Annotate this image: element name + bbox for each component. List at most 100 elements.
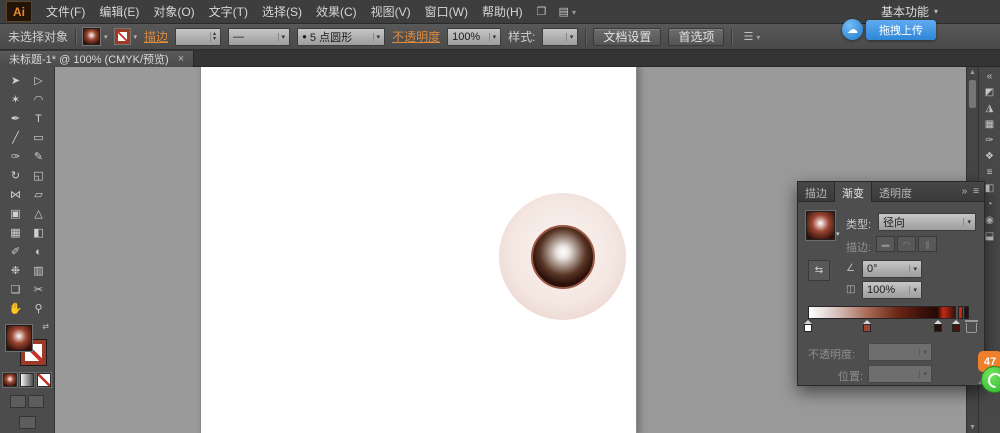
gradient-bar[interactable] (808, 306, 956, 319)
blend-tool-icon[interactable]: ◐ (27, 242, 50, 261)
brush-definition-dropdown[interactable]: ● 5 点圆形 ▾ (297, 28, 385, 46)
rotate-tool-icon[interactable]: ↻ (4, 166, 27, 185)
align-menu-icon[interactable]: ☰ ▾ (739, 30, 764, 43)
drag-upload-button[interactable]: 拖拽上传 (866, 20, 936, 40)
document-layout-icon[interactable]: ▤ ▾ (555, 5, 580, 18)
delete-stop-icon[interactable] (966, 323, 977, 333)
gradient-preset-caret-icon[interactable]: ▾ (836, 230, 840, 238)
swatches-panel-icon[interactable]: ▦ (985, 119, 994, 130)
menu-item-select[interactable]: 选择(S) (256, 0, 308, 23)
menu-item-object[interactable]: 对象(O) (147, 0, 200, 23)
panel-tab-transparency[interactable]: 透明度 (872, 182, 919, 201)
paintbrush-tool-icon[interactable]: ✑ (4, 147, 27, 166)
stroke-weight-stepper[interactable]: ▴▾ (175, 28, 221, 46)
collapse-panel-icon[interactable]: » (962, 186, 968, 197)
gradient-tool-icon[interactable]: ◧ (27, 223, 50, 242)
artboard[interactable] (200, 67, 637, 433)
gradient-stop[interactable] (803, 320, 813, 332)
close-icon[interactable]: × (178, 54, 184, 65)
eyedropper-tool-icon[interactable]: ✐ (4, 242, 27, 261)
reverse-gradient-button[interactable]: ⇆ (808, 260, 830, 281)
none-mode-button[interactable] (37, 373, 51, 387)
cloud-upload-icon[interactable]: ☁ (842, 19, 863, 40)
hand-tool-icon[interactable]: ✋ (4, 299, 27, 318)
line-segment-tool-icon[interactable]: ╱ (4, 128, 27, 147)
perspective-grid-tool-icon[interactable]: △ (27, 204, 50, 223)
lasso-tool-icon[interactable]: ◠ (27, 90, 50, 109)
menu-item-help[interactable]: 帮助(H) (476, 0, 529, 23)
layers-panel-icon[interactable]: ⬓ (985, 231, 994, 242)
scroll-down-icon[interactable]: ▼ (967, 424, 978, 431)
menu-item-effect[interactable]: 效果(C) (310, 0, 363, 23)
menu-item-window[interactable]: 窗口(W) (419, 0, 474, 23)
arrange-documents-icon[interactable]: ❐ (533, 5, 551, 18)
brushes-panel-icon[interactable]: ✑ (985, 135, 993, 146)
selection-tool-icon[interactable]: ➤ (4, 71, 27, 90)
menu-item-view[interactable]: 视图(V) (365, 0, 417, 23)
menu-item-type[interactable]: 文字(T) (203, 0, 254, 23)
panel-menu-icon[interactable]: ≡ (973, 186, 979, 197)
free-transform-tool-icon[interactable]: ▱ (27, 185, 50, 204)
mesh-tool-icon[interactable]: ▦ (4, 223, 27, 242)
draw-behind-button[interactable] (28, 395, 44, 408)
width-profile-dropdown[interactable]: — ▾ (228, 28, 290, 46)
screen-mode-button[interactable] (19, 416, 36, 429)
zoom-tool-icon[interactable]: ⚲ (27, 299, 50, 318)
symbols-panel-icon[interactable]: ❖ (985, 151, 994, 162)
scale-tool-icon[interactable]: ◱ (27, 166, 50, 185)
opacity-dropdown[interactable]: 100% ▾ (447, 28, 501, 46)
gradient-aspect-dropdown[interactable]: 100% ▾ (862, 281, 922, 299)
stroke-panel-link[interactable]: 描边 (144, 28, 168, 45)
type-tool-icon[interactable]: T (27, 109, 50, 128)
scrollbar-thumb[interactable] (969, 80, 976, 108)
gradient-stop[interactable] (933, 320, 943, 332)
symbol-sprayer-tool-icon[interactable]: ❉ (4, 261, 27, 280)
shape-builder-tool-icon[interactable]: ▣ (4, 204, 27, 223)
panel-tab-stroke[interactable]: 描边 (798, 182, 834, 201)
gradient-mode-button[interactable] (20, 373, 34, 387)
workspace-switcher[interactable]: 基本功能 ▾ (881, 3, 994, 20)
stop-position-dropdown[interactable]: ▾ (868, 365, 932, 383)
panel-tab-gradient[interactable]: 渐变 (834, 182, 872, 202)
toolbar-fill-swatch[interactable] (6, 325, 32, 351)
stepper-arrows-icon[interactable]: ▴▾ (210, 32, 216, 42)
fill-color-swatch[interactable] (83, 28, 100, 45)
color-panel-icon[interactable]: ◩ (985, 87, 994, 98)
stroke-gradient-along-icon[interactable]: ◠ (897, 236, 916, 252)
gradient-end-stop-red[interactable] (958, 306, 963, 319)
transparency-panel-icon[interactable]: ◔ (986, 199, 992, 210)
eyeball-outer[interactable] (499, 193, 626, 320)
magic-wand-tool-icon[interactable]: ✶ (4, 90, 27, 109)
gradient-stop[interactable] (862, 320, 872, 332)
gradient-type-dropdown[interactable]: 径向 ▾ (878, 213, 976, 231)
scroll-up-icon[interactable]: ▲ (967, 69, 978, 76)
artboard-tool-icon[interactable]: ❏ (4, 280, 27, 299)
style-dropdown[interactable]: ▾ (542, 28, 578, 46)
expand-panels-icon[interactable]: « (987, 71, 993, 82)
document-setup-button[interactable]: 文档设置 (593, 28, 661, 46)
color-guide-panel-icon[interactable]: ◮ (986, 103, 994, 114)
draw-normal-button[interactable] (10, 395, 26, 408)
color-mode-button[interactable] (3, 373, 17, 387)
app-logo[interactable]: Ai (6, 1, 32, 22)
stroke-gradient-within-icon[interactable]: ▬ (876, 236, 895, 252)
gradient-panel-icon[interactable]: ◧ (985, 183, 994, 194)
pen-tool-icon[interactable]: ✒ (4, 109, 27, 128)
document-tab[interactable]: 未标题-1* @ 100% (CMYK/预览) × (0, 51, 194, 67)
gradient-end-stop-dark[interactable] (964, 306, 969, 319)
preferences-button[interactable]: 首选项 (668, 28, 724, 46)
menu-item-edit[interactable]: 编辑(E) (93, 0, 145, 23)
direct-selection-tool-icon[interactable]: ▷ (27, 71, 50, 90)
appearance-panel-icon[interactable]: ◉ (985, 215, 994, 226)
stroke-color-swatch[interactable] (115, 29, 130, 44)
slice-tool-icon[interactable]: ✂ (27, 280, 50, 299)
menu-item-file[interactable]: 文件(F) (40, 0, 91, 23)
column-graph-tool-icon[interactable]: ▥ (27, 261, 50, 280)
rectangle-tool-icon[interactable]: ▭ (27, 128, 50, 147)
gradient-stop[interactable] (951, 320, 961, 332)
width-tool-icon[interactable]: ⋈ (4, 185, 27, 204)
gradient-panel-header[interactable]: 描边渐变透明度 » ≡ (798, 182, 984, 202)
opacity-panel-link[interactable]: 不透明度 (392, 28, 440, 45)
swap-fill-stroke-icon[interactable]: ⇄ (42, 322, 49, 331)
gradient-angle-dropdown[interactable]: 0° ▾ (862, 260, 922, 278)
